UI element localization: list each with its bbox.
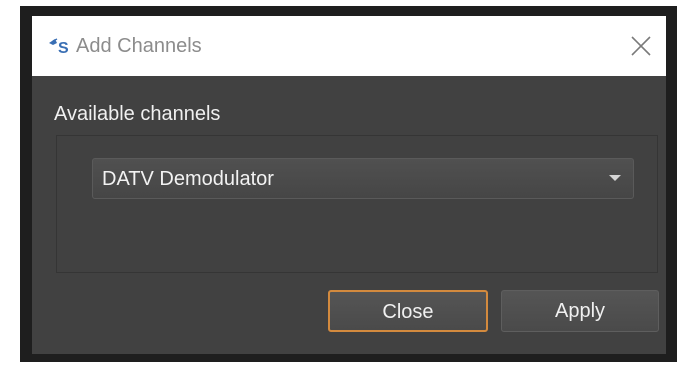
svg-text:S: S [58,40,69,56]
chevron-down-icon [609,175,621,181]
dialog-title: Add Channels [76,35,202,57]
apply-button[interactable]: Apply [501,290,659,332]
add-channels-dialog: S Add Channels Available channels DATV D… [20,6,677,362]
dialog-content: Available channels DATV Demodulator Clos… [32,76,666,354]
available-channels-label: Available channels [54,103,221,125]
channel-select[interactable]: DATV Demodulator [92,158,634,199]
available-channels-group [56,135,658,273]
close-icon[interactable] [630,35,652,57]
channel-select-value: DATV Demodulator [102,168,274,190]
sdrangel-logo-icon: S [49,38,69,56]
close-button[interactable]: Close [328,290,488,332]
title-bar: S Add Channels [32,16,666,76]
